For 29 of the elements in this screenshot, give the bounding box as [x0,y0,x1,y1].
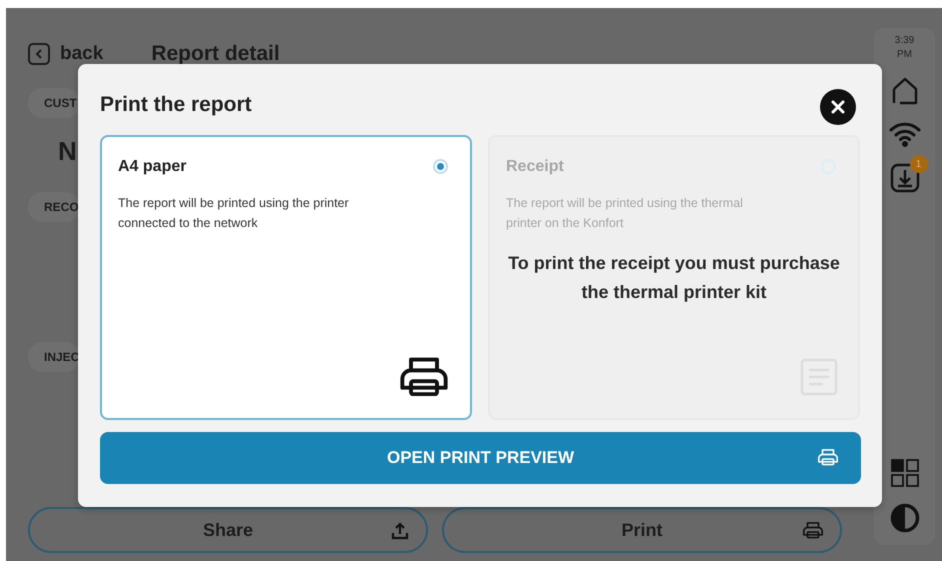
notice-text: To print the receipt you must purchase the thermal printer kit [507,252,841,304]
contrast-icon[interactable] [890,503,920,533]
radio-button[interactable] [433,159,448,174]
option-description: The report will be printed using the printer connected to the network [118,195,350,232]
wifi-icon[interactable] [888,121,920,147]
clock-time: 3:39 PM [894,34,916,61]
dialog-title: Print the report [100,92,252,118]
heading-text: N [58,138,77,164]
upload-icon [390,521,410,541]
option-title: Receipt [506,157,564,178]
print-preview-button[interactable]: OPEN PRINT PREVIEW [100,432,861,484]
notification-badge: 1 [910,155,928,173]
filter-chip[interactable]: RECO [28,192,80,222]
option-title: A4 paper [118,157,186,178]
chevron-left-icon [35,48,43,59]
printer-icon [802,521,824,539]
print-button[interactable]: Print [442,507,842,553]
option-card[interactable]: A4 paper The report will be printed using the printer connected to the network [100,135,472,420]
printer-icon [817,448,839,466]
close-button[interactable] [820,89,856,125]
filter-chip[interactable]: INJEC [28,342,80,372]
share-button[interactable]: Share [28,507,428,553]
grid-icon[interactable] [890,459,918,487]
page-title: Report detail [151,41,280,67]
close-icon [831,100,845,114]
filter-chip[interactable]: CUST [28,88,80,118]
option-description: The report will be printed using the thermal printer on the Konfort [506,195,744,232]
home-icon[interactable] [892,77,918,105]
printer-icon [398,354,450,396]
